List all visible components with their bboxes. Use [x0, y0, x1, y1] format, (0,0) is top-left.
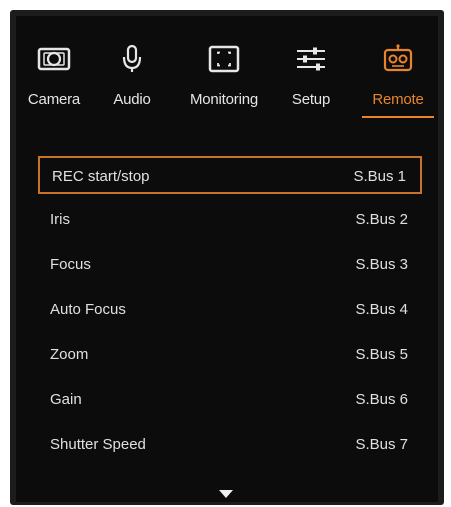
active-tab-indicator	[362, 116, 434, 118]
device-frame: Camera Audio Monitoring Setup Remote REC…	[10, 10, 444, 505]
function-label: Zoom	[50, 346, 89, 363]
tab-setup[interactable]: Setup	[283, 16, 339, 128]
tab-setup-label: Setup	[291, 91, 331, 108]
function-label: Auto Focus	[50, 301, 126, 318]
tab-remote[interactable]: Remote	[358, 16, 438, 128]
tab-monitoring[interactable]: Monitoring	[178, 16, 270, 128]
tab-audio[interactable]: Audio	[102, 16, 162, 128]
function-label: REC start/stop	[52, 168, 150, 185]
list-item[interactable]: Shutter Speed S.Bus 7	[38, 426, 422, 464]
function-label: Iris	[50, 211, 70, 228]
tab-camera[interactable]: Camera	[16, 16, 92, 128]
tab-bar: Camera Audio Monitoring Setup Remote	[16, 16, 438, 128]
monitor-frame-icon	[208, 45, 240, 73]
tab-camera-label: Camera	[27, 91, 81, 108]
camera-icon	[37, 47, 71, 71]
chevron-down-icon[interactable]	[219, 490, 233, 498]
tab-monitoring-label: Monitoring	[189, 91, 259, 108]
tab-audio-label: Audio	[113, 91, 151, 108]
list-item[interactable]: Gain S.Bus 6	[38, 381, 422, 419]
tab-remote-label: Remote	[372, 91, 424, 108]
sbus-channel-value: S.Bus 7	[355, 436, 408, 453]
list-item[interactable]: Iris S.Bus 2	[38, 201, 422, 239]
sbus-channel-value: S.Bus 6	[355, 391, 408, 408]
list-item[interactable]: Zoom S.Bus 5	[38, 336, 422, 374]
remote-icon	[383, 44, 413, 72]
sbus-channel-value: S.Bus 2	[355, 211, 408, 228]
function-label: Focus	[50, 256, 91, 273]
sbus-channel-value: S.Bus 5	[355, 346, 408, 363]
sliders-icon	[297, 47, 325, 71]
function-label: Shutter Speed	[50, 436, 146, 453]
sbus-channel-value: S.Bus 1	[353, 168, 406, 185]
list-item[interactable]: REC start/stop S.Bus 1	[38, 156, 422, 194]
sbus-channel-value: S.Bus 3	[355, 256, 408, 273]
remote-settings-screen: Camera Audio Monitoring Setup Remote REC…	[16, 16, 438, 502]
list-item[interactable]: Auto Focus S.Bus 4	[38, 291, 422, 329]
function-label: Gain	[50, 391, 82, 408]
sbus-channel-value: S.Bus 4	[355, 301, 408, 318]
list-item[interactable]: Focus S.Bus 3	[38, 246, 422, 284]
microphone-icon	[122, 44, 142, 72]
